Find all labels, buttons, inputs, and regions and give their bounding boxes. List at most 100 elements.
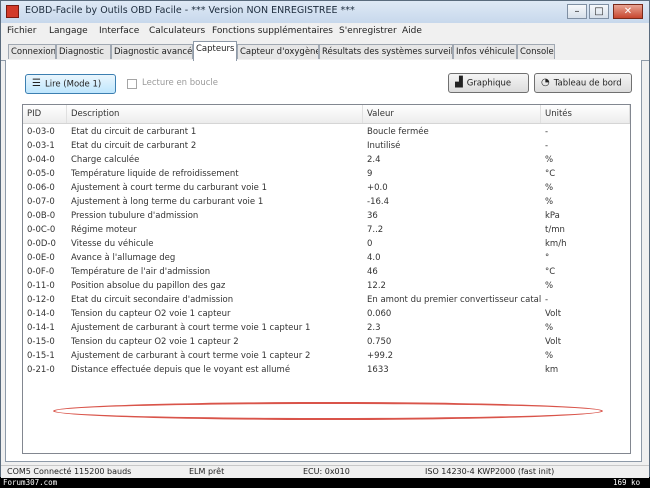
cell-pid: 0-14-1 — [27, 323, 55, 333]
watermark-size: 169 ko — [613, 478, 641, 487]
cell-value: 7..2 — [367, 225, 384, 235]
cell-value: Boucle fermée — [367, 127, 429, 137]
table-row[interactable]: 0-04-0 Charge calculée 2.4% — [23, 153, 630, 167]
cell-value: 0.750 — [367, 337, 392, 347]
table-row[interactable]: 0-0F-0 Température de l'air d'admission 46… — [23, 265, 630, 279]
cell-description: Tension du capteur O2 voie 1 capteur 2 — [71, 337, 239, 347]
table-row[interactable]: 0-11-0 Position absolue du papillon des g… — [23, 279, 630, 293]
tab-connexion[interactable]: Connexion — [8, 44, 56, 59]
table-row[interactable]: 0-0C-0 Régime moteur 7..2 t/mn — [23, 223, 630, 237]
sensor-list[interactable]: PID Description Valeur Unités 0-03-0 Etat… — [22, 104, 631, 454]
tab-capteurs[interactable]: Capteurs — [193, 41, 237, 61]
menu-langage[interactable]: Langage — [49, 26, 88, 36]
cell-unit: ° — [545, 253, 550, 263]
cell-value: +0.0 — [367, 183, 388, 193]
table-row[interactable]: 0-15-0 Tension du capteur O2 voie 1 capte… — [23, 335, 630, 349]
close-button[interactable]: ✕ — [613, 4, 643, 19]
cell-unit: km — [545, 365, 559, 375]
menu-bar: Fichier Langage Interface Calculateurs F… — [1, 23, 649, 40]
cell-unit: Volt — [545, 309, 562, 319]
cell-description: Température de l'air d'admission — [71, 267, 211, 277]
continuous-read-checkbox[interactable] — [127, 79, 137, 89]
header-pid[interactable]: PID — [23, 105, 67, 123]
continuous-read-label: Lecture en boucle — [142, 78, 219, 88]
tab-capteur-oxygene[interactable]: Capteur d'oxygène — [237, 44, 319, 59]
menu-fichier[interactable]: Fichier — [7, 26, 36, 36]
table-row[interactable]: 0-03-0 Etat du circuit de carburant 1 Bouc… — [23, 125, 630, 139]
header-value[interactable]: Valeur — [363, 105, 541, 123]
cell-pid: 0-15-1 — [27, 351, 55, 361]
cell-pid: 0-21-0 — [27, 365, 55, 375]
read-mode1-button[interactable]: ☰ Lire (Mode 1) — [25, 74, 116, 94]
tab-diagnostic[interactable]: Diagnostic — [56, 44, 111, 59]
cell-pid: 0-07-0 — [27, 197, 55, 207]
maximize-button[interactable]: □ — [589, 4, 609, 19]
dashboard-button[interactable]: ◔ Tableau de bord — [534, 73, 632, 93]
table-row[interactable]: 0-0B-0 Pression tubulure d'admission 36 kPa — [23, 209, 630, 223]
list-header: PID Description Valeur Unités — [23, 105, 630, 124]
menu-fonctions-supplementaires[interactable]: Fonctions supplémentaires — [212, 26, 333, 36]
cell-unit: - — [545, 127, 549, 137]
read-mode1-label: Lire (Mode 1) — [44, 79, 102, 90]
menu-interface[interactable]: Interface — [99, 26, 139, 36]
title-bar[interactable]: EOBD-Facile by Outils OBD Facile - *** V… — [1, 1, 649, 24]
cell-unit: % — [545, 183, 554, 193]
menu-calculateurs[interactable]: Calculateurs — [149, 26, 205, 36]
header-unit[interactable]: Unités — [541, 105, 630, 123]
table-row[interactable]: 0-14-1 Ajustement de carburant à court te… — [23, 321, 630, 335]
cell-pid: 0-0E-0 — [27, 253, 55, 263]
cell-value: 36 — [367, 211, 378, 221]
cell-pid: 0-03-0 — [27, 127, 55, 137]
cell-unit: kPa — [545, 211, 560, 221]
tab-console[interactable]: Console — [517, 44, 555, 59]
cell-unit: Volt — [545, 337, 562, 347]
table-row[interactable]: 0-14-0 Tension du capteur O2 voie 1 capte… — [23, 307, 630, 321]
cell-pid: 0-0C-0 — [27, 225, 56, 235]
cell-unit: °C — [545, 169, 556, 179]
table-row[interactable]: 0-03-1 Etat du circuit de carburant 2 Inut… — [23, 139, 630, 153]
cell-description: Ajustement à court terme du carburant vo… — [71, 183, 268, 193]
tab-infos-vehicule[interactable]: Infos véhicule — [453, 44, 517, 59]
tab-resultats-systemes[interactable]: Résultats des systèmes surveillés — [319, 44, 453, 59]
cell-pid: 0-05-0 — [27, 169, 55, 179]
cell-unit: °C — [545, 267, 556, 277]
table-row[interactable]: 0-21-0 Distance effectuée depuis que le v… — [23, 363, 630, 377]
cell-description: Avance à l'allumage deg — [71, 253, 176, 263]
table-row[interactable]: 0-0E-0 Avance à l'allumage deg 4.0 ° — [23, 251, 630, 265]
cell-value: 46 — [367, 267, 378, 277]
cell-value: +99.2 — [367, 351, 394, 361]
sensors-panel: ☰ Lire (Mode 1) Lecture en boucle ▟ Graphi… — [5, 60, 642, 462]
dashboard-label: Tableau de bord — [553, 78, 622, 89]
status-ecu: ECU: 0x010 — [303, 467, 350, 476]
cell-description: Charge calculée — [71, 155, 140, 165]
tab-diagnostic-avance[interactable]: Diagnostic avancé — [111, 44, 193, 59]
cell-unit: - — [545, 295, 549, 305]
menu-senregistrer[interactable]: S'enregistrer — [339, 26, 397, 36]
table-row[interactable]: 0-06-0 Ajustement à court terme du carbur… — [23, 181, 630, 195]
tab-strip: Connexion Diagnostic Diagnostic avancé C… — [1, 40, 649, 61]
table-row[interactable]: 0-12-0 Etat du circuit secondaire d'admis… — [23, 293, 630, 307]
cell-pid: 0-11-0 — [27, 281, 55, 291]
header-description[interactable]: Description — [67, 105, 363, 123]
menu-aide[interactable]: Aide — [402, 26, 422, 36]
cell-description: Etat du circuit secondaire d'admission — [71, 295, 234, 305]
chart-icon: ▟ — [455, 77, 463, 88]
minimize-button[interactable]: – — [567, 4, 587, 19]
status-elm: ELM prêt — [189, 467, 225, 476]
gauge-icon: ◔ — [541, 77, 550, 88]
cell-unit: % — [545, 197, 554, 207]
table-row[interactable]: 0-0D-0 Vitesse du véhicule 0 km/h — [23, 237, 630, 251]
cell-description: Etat du circuit de carburant 1 — [71, 127, 197, 137]
cell-description: Régime moteur — [71, 225, 137, 235]
cell-value: 9 — [367, 169, 373, 179]
cell-pid: 0-12-0 — [27, 295, 55, 305]
cell-value: Inutilisé — [367, 141, 401, 151]
table-row[interactable]: 0-07-0 Ajustement à long terme du carbura… — [23, 195, 630, 209]
status-connection: COM5 Connecté 115200 bauds — [7, 467, 132, 476]
table-row[interactable]: 0-15-1 Ajustement de carburant à court te… — [23, 349, 630, 363]
graph-button[interactable]: ▟ Graphique — [448, 73, 529, 93]
app-icon — [6, 5, 19, 18]
table-row[interactable]: 0-05-0 Température liquide de refroidisse… — [23, 167, 630, 181]
cell-unit: % — [545, 281, 554, 291]
cell-description: Ajustement de carburant à court terme vo… — [71, 351, 311, 361]
